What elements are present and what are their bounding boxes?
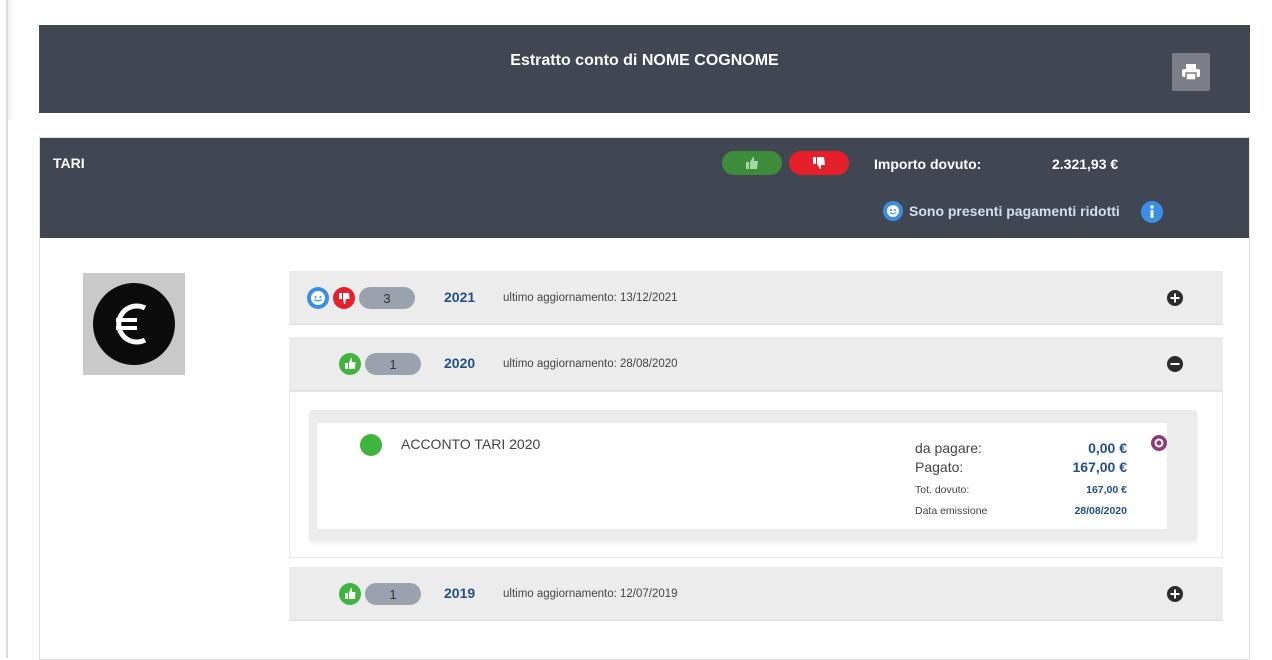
print-icon (1182, 64, 1200, 80)
last-update: ultimo aggiornamento: 13/12/2021 (503, 292, 678, 304)
year-label[interactable]: 2019 (444, 585, 475, 601)
year-label[interactable]: 2020 (444, 355, 475, 371)
to-pay-value: 0,00 € (1088, 440, 1127, 456)
year-row-2019[interactable]: 1 2019 ultimo aggiornamento: 12/07/2019 (289, 567, 1223, 621)
print-button[interactable] (1172, 53, 1210, 91)
thumbs-down-icon (333, 287, 355, 309)
expand-icon[interactable] (1167, 290, 1183, 306)
total-due-value: 167,00 € (1086, 484, 1127, 496)
page-title: Estratto conto di NOME COGNOME (510, 52, 779, 69)
thumbs-up-icon (746, 157, 758, 169)
reduced-payments-notice: Sono presenti pagamenti ridotti (883, 201, 1120, 221)
euro-coin-image (83, 273, 185, 375)
amount-due-label: Importo dovuto: (874, 156, 982, 172)
info-icon[interactable] (1141, 201, 1163, 223)
status-dot (360, 434, 382, 456)
reduced-payments-text: Sono presenti pagamenti ridotti (909, 203, 1120, 219)
tari-panel: TARI Importo dovuto: 2.321,93 € Sono pre… (39, 137, 1250, 660)
smiley-icon (307, 287, 329, 309)
thumbs-down-icon (813, 157, 825, 169)
expand-icon[interactable] (1167, 586, 1183, 602)
tari-panel-header: TARI Importo dovuto: 2.321,93 € Sono pre… (40, 138, 1249, 238)
euro-icon (93, 283, 175, 365)
issue-date-label: Data emissione (915, 505, 988, 517)
year-detail-2020: ACCONTO TARI 2020 da pagare: 0,00 € Paga… (289, 391, 1223, 558)
left-shadow (8, 0, 14, 120)
last-update: ultimo aggiornamento: 12/07/2019 (503, 588, 678, 600)
thumbs-up-icon (339, 353, 361, 375)
smiley-icon (883, 201, 903, 221)
filter-paid-button[interactable] (722, 151, 782, 175)
count-badge: 3 (359, 287, 415, 309)
year-label[interactable]: 2021 (444, 289, 475, 305)
total-due-label: Tot. dovuto: (915, 484, 970, 496)
year-row-2021[interactable]: 3 2021 ultimo aggiornamento: 13/12/2021 (289, 271, 1223, 325)
count-badge: 1 (365, 353, 421, 375)
thumbs-up-icon (339, 583, 361, 605)
issue-date-value: 28/08/2020 (1074, 505, 1127, 517)
year-row-2020[interactable]: 1 2020 ultimo aggiornamento: 28/08/2020 (289, 337, 1223, 391)
paid-value: 167,00 € (1072, 459, 1128, 475)
payment-card-body: ACCONTO TARI 2020 da pagare: 0,00 € Paga… (317, 423, 1167, 529)
last-update: ultimo aggiornamento: 28/08/2020 (503, 358, 678, 370)
filter-unpaid-button[interactable] (789, 151, 849, 175)
tari-label: TARI (53, 155, 85, 171)
payment-card: ACCONTO TARI 2020 da pagare: 0,00 € Paga… (309, 410, 1197, 541)
paid-label: Pagato: (915, 459, 964, 475)
collapse-icon[interactable] (1167, 356, 1183, 372)
to-pay-label: da pagare: (915, 440, 982, 456)
count-badge: 1 (365, 583, 421, 605)
statement-header: Estratto conto di NOME COGNOME (39, 25, 1250, 113)
amount-due-value: 2.321,93 € (1052, 156, 1119, 172)
payment-item-name: ACCONTO TARI 2020 (401, 436, 541, 452)
target-icon[interactable] (1151, 435, 1167, 451)
